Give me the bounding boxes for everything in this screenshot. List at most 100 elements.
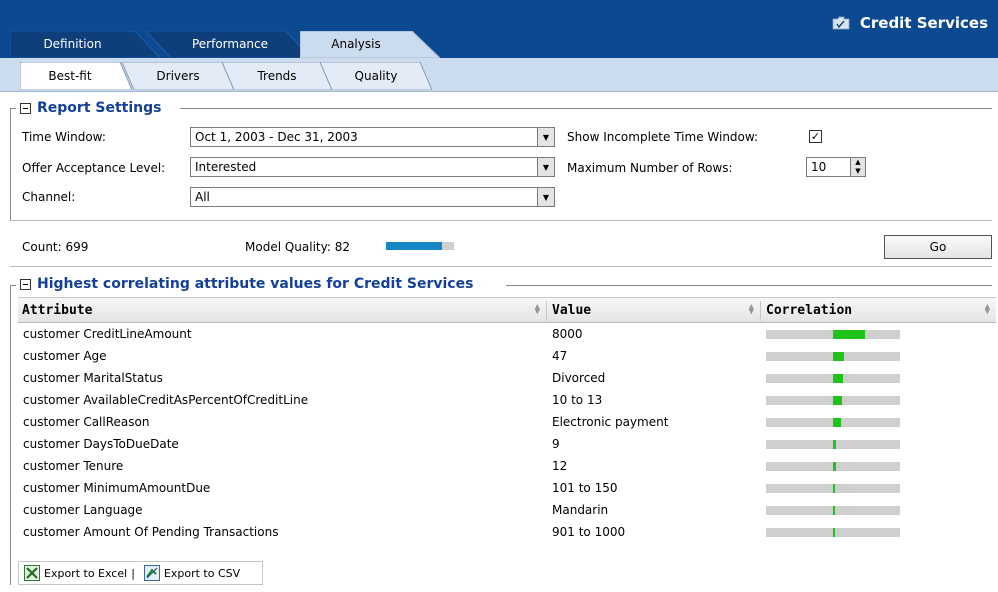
value-cell: Mandarin [552,503,609,517]
correlation-bar-fill [833,330,865,339]
correlation-bar-fill [833,462,836,471]
table-row[interactable]: customer DaysToDueDate 9 [18,434,996,456]
tab-definition[interactable]: Definition [10,31,160,58]
offer-acceptance-select[interactable]: Interested ▼ [190,157,555,177]
model-quality-fill [386,242,442,250]
correlation-bar [766,418,900,427]
tab-trends[interactable]: Trends [222,62,332,90]
dropdown-arrow-icon[interactable]: ▼ [537,157,555,177]
model-quality-text: Model Quality: 82 [245,240,350,254]
count-text: Count: 699 [22,240,89,254]
column-separator[interactable] [546,301,547,321]
attribute-cell: customer AvailableCreditAsPercentOfCredi… [23,393,309,407]
section-border [506,285,992,286]
tab-analysis[interactable]: Analysis [300,31,440,58]
correlation-bar [766,352,900,361]
folder-icon [832,16,850,30]
column-header-correlation[interactable]: Correlation ▲ ▼ [762,298,996,324]
column-header-value[interactable]: Value ▲ ▼ [548,298,760,324]
max-rows-stepper[interactable]: 10 ▲ ▼ [806,157,866,177]
column-header-attribute[interactable]: Attribute ▲ ▼ [18,298,546,324]
export-excel-link[interactable]: Export to Excel [44,567,127,580]
table-row[interactable]: customer Age 47 [18,346,996,368]
time-window-label: Time Window: [22,130,106,144]
table-row[interactable]: customer CallReason Electronic payment [18,412,996,434]
go-button[interactable]: Go [884,235,992,259]
stepper-buttons[interactable]: ▲ ▼ [850,157,866,177]
value-cell: 47 [552,349,568,363]
report-settings-header[interactable]: Report Settings [20,100,161,116]
tab-drivers[interactable]: Drivers [122,62,234,90]
dropdown-arrow-icon[interactable]: ▼ [537,127,555,147]
channel-value: All [195,190,210,204]
table-row[interactable]: customer MinimumAmountDue 101 to 150 [18,478,996,500]
table-row[interactable]: customer Amount Of Pending Transactions 9… [18,522,996,544]
settings-divider [10,220,992,221]
collapse-icon[interactable] [20,102,31,114]
separator: | [131,566,135,580]
column-separator[interactable] [760,301,761,321]
attribute-cell: customer MinimumAmountDue [23,481,211,495]
correlation-bar-fill [833,484,835,493]
time-window-select[interactable]: Oct 1, 2003 - Dec 31, 2003 ▼ [190,127,555,147]
value-cell: 8000 [552,327,583,341]
export-toolbar: Export to Excel | Export to CSV [18,561,263,585]
sort-icon[interactable]: ▲ ▼ [535,303,540,317]
correlation-bar-fill [833,374,843,383]
table-row[interactable]: customer AvailableCreditAsPercentOfCredi… [18,390,996,412]
report-settings-title: Report Settings [37,100,162,116]
sort-icon[interactable]: ▲ ▼ [985,303,990,317]
correlation-bar [766,396,900,405]
results-title: Highest correlating attribute values for… [37,276,474,292]
value-cell: Divorced [552,371,606,385]
collapse-icon[interactable] [20,278,31,290]
value-cell: 12 [552,459,568,473]
table-row[interactable]: customer Tenure 12 [18,456,996,478]
export-csv-link[interactable]: Export to CSV [164,567,240,580]
tab-performance[interactable]: Performance [146,31,310,58]
dropdown-arrow-icon[interactable]: ▼ [537,187,555,207]
correlation-bar-fill [833,396,842,405]
correlation-bar [766,484,900,493]
attribute-cell: customer Age [23,349,107,363]
table-row[interactable]: customer CreditLineAmount 8000 [18,324,996,346]
stepper-up-icon[interactable]: ▲ [851,158,865,167]
correlation-bar [766,506,900,515]
app-title-area: Credit Services [832,14,988,32]
attribute-cell: customer DaysToDueDate [23,437,179,451]
value-cell: 901 to 1000 [552,525,626,539]
section-border [10,285,11,585]
attribute-cell: customer Language [23,503,143,517]
correlation-bar-fill [833,440,836,449]
tab-quality[interactable]: Quality [320,62,432,90]
sort-icon[interactable]: ▲ ▼ [749,303,754,317]
correlation-bar [766,374,900,383]
results-header[interactable]: Highest correlating attribute values for… [20,276,473,292]
stepper-down-icon[interactable]: ▼ [851,167,865,176]
incomplete-window-label: Show Incomplete Time Window: [567,130,759,144]
max-rows-value: 10 [811,160,827,174]
attribute-cell: customer CreditLineAmount [23,327,192,341]
excel-icon[interactable] [24,565,40,581]
incomplete-window-checkbox[interactable]: ✓ [809,130,822,143]
settings-divider-bottom [10,266,992,267]
attribute-cell: customer Tenure [23,459,124,473]
section-border [180,108,992,109]
correlation-bar [766,528,900,537]
channel-select[interactable]: All ▼ [190,187,555,207]
attribute-cell: customer CallReason [23,415,150,429]
correlation-bar-fill [833,352,844,361]
table-row[interactable]: customer MaritalStatus Divorced [18,368,996,390]
tab-definition-label: Definition [43,37,102,51]
tab-quality-label: Quality [354,69,398,83]
csv-icon[interactable] [143,565,160,581]
table-row[interactable]: customer Language Mandarin [18,500,996,522]
app-title: Credit Services [859,14,988,32]
section-border [10,108,11,220]
attribute-cell: customer Amount Of Pending Transactions [23,525,279,539]
model-quality-bar [386,242,454,250]
value-cell: 101 to 150 [552,481,618,495]
correlation-bar [766,440,900,449]
tab-analysis-label: Analysis [331,37,381,51]
tab-best-fit[interactable]: Best-fit [20,62,132,90]
